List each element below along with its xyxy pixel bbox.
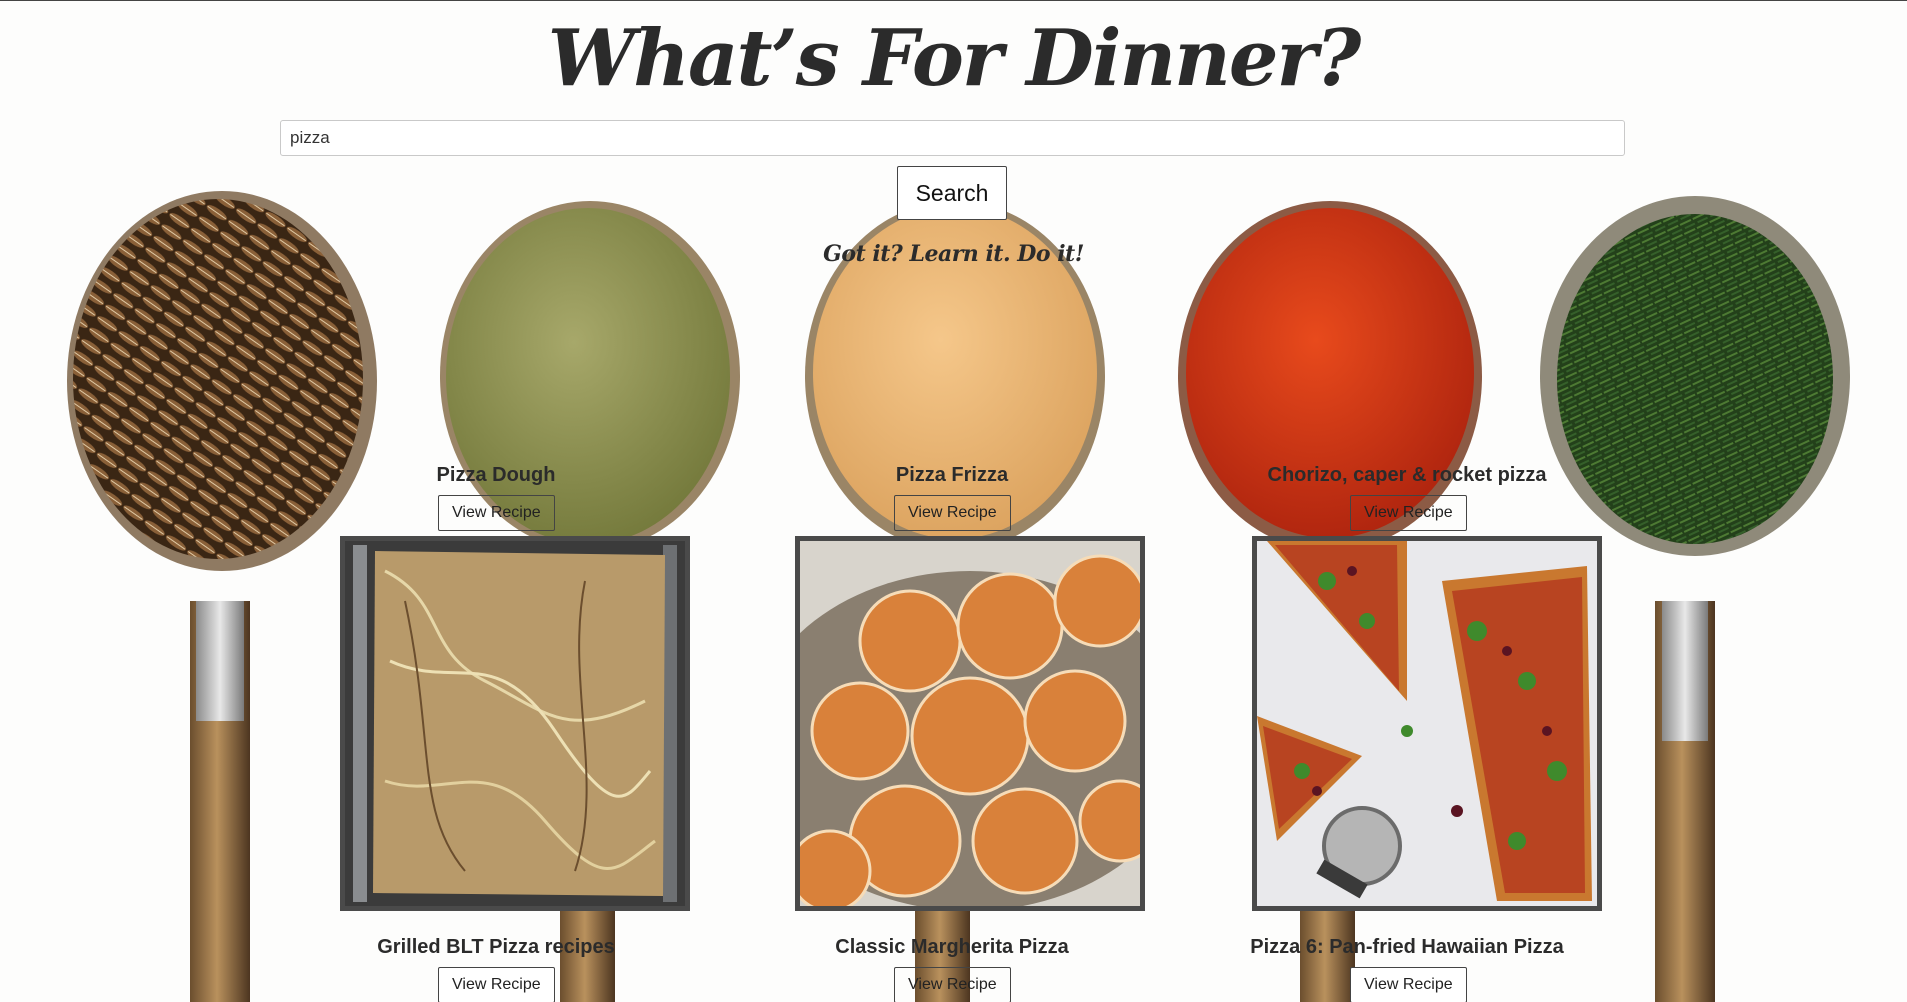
recipe-image-hawaiian-pizza[interactable]	[1252, 536, 1602, 911]
flatbread-image	[345, 541, 685, 906]
view-recipe-button[interactable]: View Recipe	[438, 495, 555, 531]
result-title-classic-margherita[interactable]: Classic Margherita Pizza	[722, 936, 1182, 959]
view-recipe-button[interactable]: View Recipe	[438, 967, 555, 1002]
view-recipe-button[interactable]: View Recipe	[894, 967, 1011, 1002]
view-recipe-button[interactable]: View Recipe	[1350, 967, 1467, 1002]
doughnut-balls-image	[800, 541, 1140, 906]
view-recipe-button[interactable]: View Recipe	[1350, 495, 1467, 531]
tagline: Got it? Learn it. Do it!	[823, 241, 1084, 267]
search-input[interactable]	[280, 120, 1625, 156]
search-button[interactable]: Search	[897, 166, 1007, 220]
result-title-pizza-dough[interactable]: Pizza Dough	[266, 464, 726, 487]
recipe-image-grilled-blt-pizza[interactable]	[340, 536, 690, 911]
view-recipe-button[interactable]: View Recipe	[894, 495, 1011, 531]
recipe-image-classic-margherita[interactable]	[795, 536, 1145, 911]
result-title-chorizo-pizza[interactable]: Chorizo, caper & rocket pizza	[1177, 464, 1637, 487]
page-title: What’s For Dinner?	[547, 13, 1362, 104]
result-title-hawaiian-pizza[interactable]: Pizza 6: Pan-fried Hawaiian Pizza	[1177, 936, 1637, 959]
result-title-pizza-frizza[interactable]: Pizza Frizza	[722, 464, 1182, 487]
chorizo-pizza-image	[1257, 541, 1597, 906]
result-title-grilled-blt-pizza[interactable]: Grilled BLT Pizza recipes	[266, 936, 726, 959]
page: What’s For Dinner? Search Got it? Learn …	[0, 0, 1907, 1002]
